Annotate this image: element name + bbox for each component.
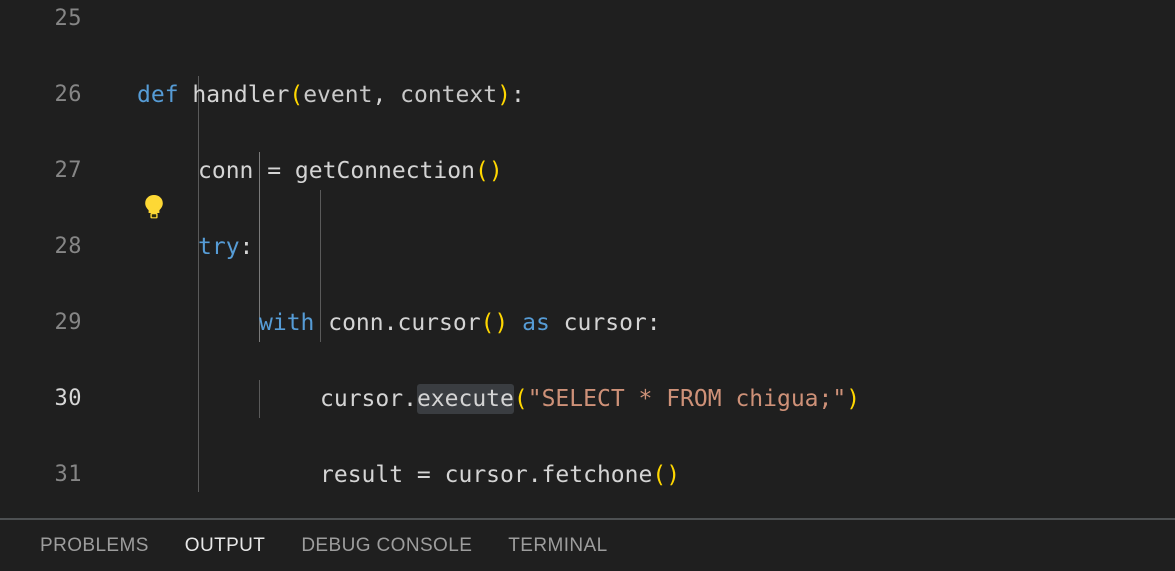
token-sql-string: "SELECT * FROM chigua;" bbox=[527, 386, 847, 412]
token-param-event: event bbox=[303, 82, 373, 108]
tab-debug-console[interactable]: DEBUG CONSOLE bbox=[301, 535, 472, 557]
token-keyword-def: def bbox=[137, 82, 179, 108]
lightbulb-icon[interactable] bbox=[143, 194, 165, 220]
token-function-name: handler bbox=[178, 82, 290, 108]
token-object-cursor: cursor. bbox=[320, 386, 417, 412]
code-line-31[interactable]: 31 result = cursor.fetchone() bbox=[0, 456, 1175, 494]
bottom-panel: PROBLEMS OUTPUT DEBUG CONSOLE TERMINAL bbox=[0, 520, 1175, 571]
token-colon: : bbox=[510, 82, 525, 108]
panel-tab-bar: PROBLEMS OUTPUT DEBUG CONSOLE TERMINAL bbox=[0, 520, 644, 571]
token-paren-close: ) bbox=[666, 462, 681, 488]
line-number: 28 bbox=[54, 234, 82, 259]
token-paren-close: ) bbox=[488, 158, 503, 184]
line-content: result = cursor.fetchone() bbox=[320, 456, 680, 494]
token-comma: , bbox=[372, 82, 401, 108]
indent-guide-level1 bbox=[198, 76, 199, 492]
token-paren-open: ( bbox=[480, 310, 495, 336]
code-line-26[interactable]: 26 def handler(event, context): bbox=[0, 76, 1175, 114]
token-statement: conn = getConnection bbox=[198, 158, 475, 184]
tab-terminal[interactable]: TERMINAL bbox=[508, 535, 607, 557]
line-content: try: bbox=[198, 228, 253, 266]
line-content: def handler(event, context): bbox=[137, 76, 525, 114]
line-number: 26 bbox=[54, 82, 82, 107]
token-statement: result = cursor.fetchone bbox=[320, 462, 653, 488]
line-number: 25 bbox=[54, 6, 82, 31]
token-keyword-with: with bbox=[259, 310, 315, 336]
code-line-28[interactable]: 28 try: bbox=[0, 228, 1175, 266]
token-call-cursor: conn.cursor bbox=[314, 310, 481, 336]
token-colon: : bbox=[239, 234, 254, 260]
code-editor[interactable]: 25 26 def handler(event, context): 27 co… bbox=[0, 0, 1175, 518]
token-paren-open: ( bbox=[513, 386, 528, 412]
token-paren-close: ) bbox=[494, 310, 509, 336]
token-keyword-try: try bbox=[198, 234, 240, 260]
tab-problems[interactable]: PROBLEMS bbox=[40, 535, 149, 557]
line-number: 29 bbox=[54, 310, 82, 335]
token-execute-highlighted[interactable]: execute bbox=[416, 384, 514, 414]
token-keyword-as: as bbox=[508, 310, 550, 336]
token-paren-open: ( bbox=[289, 82, 304, 108]
line-number: 31 bbox=[54, 462, 82, 487]
line-number-active: 30 bbox=[54, 386, 82, 411]
code-line-30[interactable]: 30 cursor.execute("SELECT * FROM chigua;… bbox=[0, 380, 1175, 418]
line-content: with conn.cursor() as cursor: bbox=[259, 304, 661, 342]
code-line-27[interactable]: 27 conn = getConnection() bbox=[0, 152, 1175, 190]
token-paren-open: ( bbox=[652, 462, 667, 488]
tab-output[interactable]: OUTPUT bbox=[185, 535, 266, 557]
code-line-29[interactable]: 29 with conn.cursor() as cursor: bbox=[0, 304, 1175, 342]
line-number: 27 bbox=[54, 158, 82, 183]
token-alias-cursor: cursor: bbox=[549, 310, 661, 336]
token-paren-close: ) bbox=[497, 82, 511, 108]
vscode-window: 25 26 def handler(event, context): 27 co… bbox=[0, 0, 1175, 571]
token-paren-close: ) bbox=[846, 386, 861, 412]
line-content: conn = getConnection() bbox=[198, 152, 503, 190]
token-paren-open: ( bbox=[474, 158, 489, 184]
line-content: cursor.execute("SELECT * FROM chigua;") bbox=[320, 380, 860, 418]
token-param-context: context bbox=[400, 82, 498, 108]
code-line-25[interactable]: 25 bbox=[0, 0, 1175, 38]
